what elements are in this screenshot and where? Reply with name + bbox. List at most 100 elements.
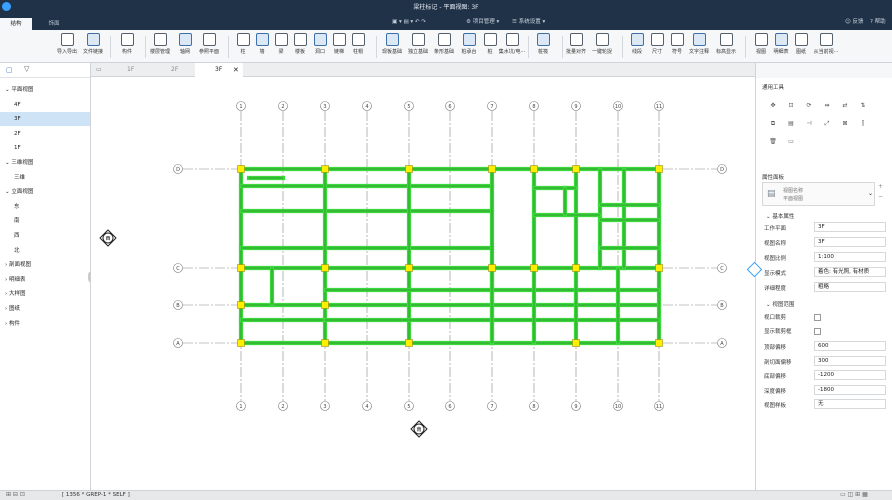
system-settings-label: 系统设置 <box>518 19 541 25</box>
window-title: 梁柱标记 - 平面视图: 3F <box>413 4 479 11</box>
grid-label: C <box>720 266 724 272</box>
property-select[interactable]: 3F <box>814 237 886 247</box>
range-section-title[interactable]: ⌄ 视图范围 <box>766 300 794 308</box>
property-input[interactable]: -1200 <box>814 370 886 380</box>
tool-icon[interactable]: ⇄ <box>841 102 849 110</box>
tree-item[interactable]: 三维 <box>0 171 90 185</box>
filter-icon[interactable]: ▽ <box>24 65 29 73</box>
tool-icon[interactable]: ▤ <box>787 120 795 128</box>
tool-icon[interactable]: ⊡ <box>787 102 795 110</box>
checkbox-label: 视口裁剪 <box>764 315 787 321</box>
east-marker-handle[interactable] <box>746 261 763 278</box>
tree-item[interactable]: 2F <box>0 127 90 141</box>
tree-item[interactable]: 西 <box>0 229 90 243</box>
tool-icon[interactable]: ⫿ <box>859 120 867 128</box>
tool-icon[interactable]: 🗑 <box>769 138 777 146</box>
west-elevation-marker-label[interactable]: 西 <box>105 236 110 242</box>
browser-header: ▢ ▽ <box>0 63 90 78</box>
floor-plan[interactable]: 11223344556677889910101111D DC CB BA A西南 <box>91 77 755 490</box>
ribbon-button[interactable]: 标高显示 <box>710 33 742 61</box>
drawing-canvas[interactable]: ▭ 1F 2F 3F ✕ 1 1 2 2 3 3 4 4 5 5 6 6 7 7 8 8 9 9 10 10 11 11 D D… <box>91 63 755 490</box>
tree-group[interactable]: › 剖面视图 <box>0 258 90 272</box>
project-management-menu[interactable]: ⚙ 项目管理 ▾ <box>466 17 499 27</box>
property-select[interactable]: 3F <box>814 222 886 232</box>
grid-label: 4 <box>365 104 368 110</box>
doc-tab-3f[interactable]: 3F ✕ <box>195 63 243 77</box>
property-select[interactable]: 粗略 <box>814 282 886 292</box>
tree-item[interactable]: 1F <box>0 141 90 155</box>
tool-icon[interactable]: ⊠ <box>841 120 849 128</box>
tool-icon[interactable]: ⊣ <box>805 120 813 128</box>
ribbon-button[interactable]: 桩筏 <box>527 33 559 61</box>
tree-group[interactable]: › 构件 <box>0 317 90 331</box>
tree-group[interactable]: ⌄ 立面视图 <box>0 185 90 199</box>
south-elevation-marker-label[interactable]: 南 <box>416 426 421 433</box>
tool-icon[interactable]: ✥ <box>769 102 777 110</box>
tree-group[interactable]: › 图纸 <box>0 302 90 316</box>
column <box>321 301 329 309</box>
tab-list-icon[interactable]: ▭ <box>96 66 102 73</box>
tree-group[interactable]: ⌄ 三维视图 <box>0 156 90 170</box>
tree-item-label: 三维视图 <box>11 160 34 166</box>
tool-icon[interactable]: ⇹ <box>823 102 831 110</box>
tree-item-label: 三维 <box>14 174 26 181</box>
add-remove-icons[interactable]: + − <box>878 182 883 202</box>
property-select[interactable]: 1:100 <box>814 252 886 262</box>
ribbon-button[interactable]: 一键轮捉 <box>586 33 618 61</box>
feedback-button[interactable]: ☺ 反馈 <box>845 17 864 27</box>
tree-item-label: 北 <box>14 247 20 254</box>
tool-icon[interactable]: ⤢ <box>823 120 831 128</box>
help-label: 帮助 <box>874 19 886 25</box>
ribbon-tool-icon <box>595 33 609 46</box>
tree-item[interactable]: 4F <box>0 98 90 112</box>
tool-icon[interactable]: ⇅ <box>859 102 867 110</box>
quick-access-icons[interactable]: ▣ ▾ ▤ ▾ ↶ ↷ <box>392 17 426 27</box>
ribbon-button-label: 独立基础 <box>407 49 428 55</box>
ribbon-button[interactable]: 从当前视··· <box>810 33 842 61</box>
property-input[interactable]: -1800 <box>814 384 886 395</box>
view-controls-icons[interactable]: ▭ ◫ ⊞ ▦ <box>840 491 868 498</box>
view-type-selector[interactable]: ▤ 视图名称 平面视图 ⌄ <box>762 182 875 206</box>
doc-tab-1f[interactable]: 1F <box>107 63 157 77</box>
tree-item-label: 3F <box>14 116 21 123</box>
document-tabs: ▭ 1F 2F 3F ✕ <box>91 63 755 77</box>
ribbon-button-label: 柱帽 <box>352 49 363 55</box>
ribbon-button[interactable]: 文件链接 <box>77 33 109 61</box>
tab-structure[interactable]: 结构 <box>0 18 32 30</box>
ribbon-button[interactable]: 柱帽 <box>342 33 374 61</box>
doc-tab-2f[interactable]: 2F <box>151 63 201 77</box>
status-icons[interactable]: ⊞ ⊟ ⊡ <box>6 491 25 498</box>
checkbox[interactable] <box>814 328 821 335</box>
tool-icon[interactable]: ⧉ <box>769 120 777 128</box>
browser-view-icon[interactable]: ▢ <box>6 66 13 74</box>
column <box>572 165 580 173</box>
property-input[interactable]: 300 <box>814 355 886 366</box>
tree-item[interactable]: 南 <box>0 214 90 228</box>
property-input[interactable]: 无 <box>814 399 886 409</box>
ribbon-button[interactable]: 参照平面 <box>193 33 225 61</box>
tree-item[interactable]: 3F <box>0 112 90 127</box>
system-settings-menu[interactable]: ☰ 系统设置 ▾ <box>512 17 545 27</box>
ribbon-button[interactable]: 集水坑/电··· <box>496 33 528 61</box>
tree-item[interactable]: 北 <box>0 244 90 258</box>
close-icon[interactable]: ✕ <box>233 63 239 77</box>
tree-group[interactable]: ⌄ 平面视图 <box>0 83 90 97</box>
checkbox[interactable] <box>814 314 821 321</box>
help-button[interactable]: ? 帮助 <box>870 17 886 27</box>
property-select[interactable]: 着色: 有光照, 有材质 <box>814 267 886 277</box>
doc-tab-label: 1F <box>127 66 135 73</box>
tree-group[interactable]: › 大样图 <box>0 287 90 301</box>
tab-finish[interactable]: 饰面 <box>38 18 70 30</box>
column <box>572 264 580 272</box>
tree-group[interactable]: › 明细表 <box>0 273 90 287</box>
grid-label: 2 <box>281 104 284 110</box>
tree-item[interactable]: 东 <box>0 200 90 214</box>
tool-icon[interactable]: ▭ <box>787 138 795 146</box>
column <box>530 264 538 272</box>
ribbon-button[interactable]: 构件 <box>111 33 143 61</box>
tool-icon[interactable]: ⟳ <box>805 102 813 110</box>
property-label: 详细程度 <box>764 286 787 292</box>
property-input[interactable]: 600 <box>814 341 886 351</box>
basic-section-title[interactable]: ⌄ 基本属性 <box>766 212 794 220</box>
column <box>655 165 663 173</box>
